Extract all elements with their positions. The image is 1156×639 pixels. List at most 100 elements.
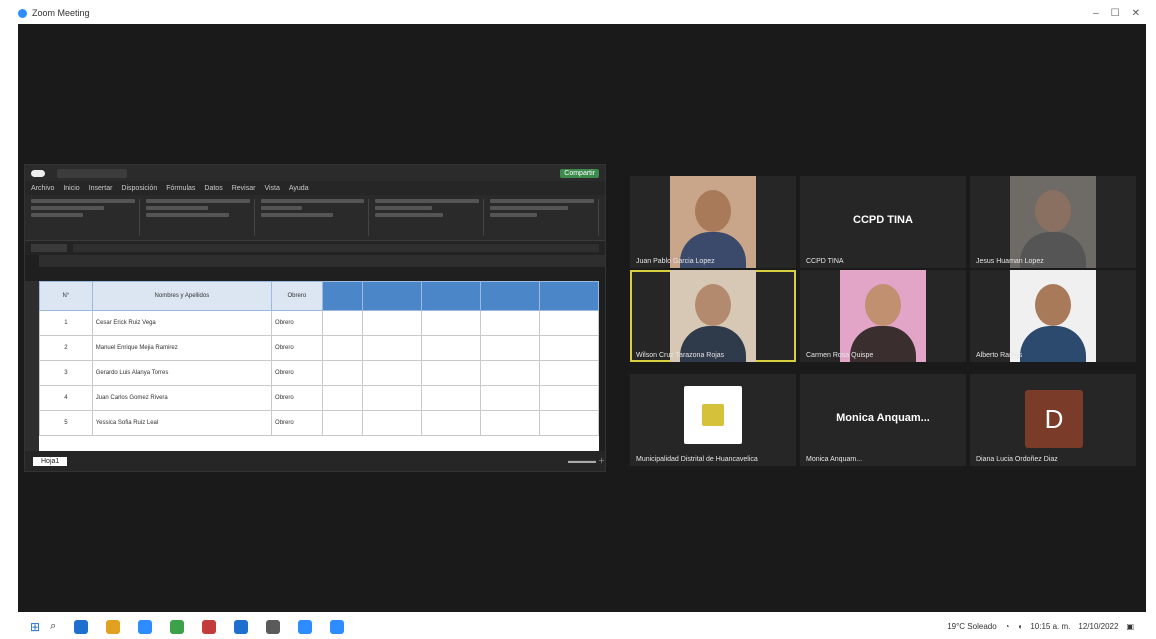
spreadsheet-grid[interactable]: N° Nombres y Apellidos Obrero 1 Cesar Erick… xyxy=(39,281,600,451)
participant-tile[interactable]: Carmen Rosa Quispe xyxy=(800,270,966,362)
table-cell[interactable] xyxy=(479,335,540,361)
column-header[interactable]: Nombres y Apellidos xyxy=(91,281,273,311)
ribbon-group[interactable] xyxy=(260,199,370,236)
notification-icon[interactable]: ▣ xyxy=(1126,622,1134,631)
participant-tile[interactable]: Jesus Huaman Lopez xyxy=(970,176,1136,268)
share-button[interactable]: Compartir xyxy=(560,168,599,178)
table-cell[interactable] xyxy=(538,410,600,436)
table-cell[interactable]: 3 xyxy=(39,360,93,386)
ribbon-group[interactable] xyxy=(145,199,255,236)
autosave-toggle[interactable] xyxy=(31,169,45,177)
menu-item[interactable]: Disposición xyxy=(121,185,157,192)
column-header[interactable] xyxy=(538,281,600,311)
clock-date[interactable]: 12/10/2022 xyxy=(1078,622,1118,631)
participant-tile[interactable]: Alberto Ramos xyxy=(970,270,1136,362)
table-cell[interactable]: Gerardo Luis Alanya Torres xyxy=(91,360,273,386)
ribbon-group[interactable] xyxy=(490,199,599,236)
table-cell[interactable]: Juan Carlos Gomez Rivera xyxy=(91,385,273,411)
taskbar-app-icon[interactable] xyxy=(170,619,185,634)
table-cell[interactable] xyxy=(321,310,363,336)
participant-tile[interactable]: D Diana Lucia Ordoñez Diaz xyxy=(970,374,1136,466)
table-cell[interactable] xyxy=(361,335,422,361)
menu-item[interactable]: Insertar xyxy=(89,185,113,192)
name-box[interactable] xyxy=(31,244,67,252)
menu-item[interactable]: Vista xyxy=(264,185,279,192)
zoom-slider[interactable]: ▬▬▬▬ ＋ xyxy=(568,456,605,466)
taskbar-app-icon[interactable] xyxy=(202,619,217,634)
table-cell[interactable]: 4 xyxy=(39,385,93,411)
formula-input[interactable] xyxy=(73,244,599,252)
table-cell[interactable] xyxy=(538,310,600,336)
table-cell[interactable]: 5 xyxy=(39,410,93,436)
table-cell[interactable] xyxy=(420,360,481,386)
table-cell[interactable]: 2 xyxy=(39,335,93,361)
participant-tile[interactable]: Juan Pablo Garcia Lopez xyxy=(630,176,796,268)
minimize-icon[interactable]: – xyxy=(1093,8,1099,19)
table-cell[interactable] xyxy=(538,335,600,361)
clock-time[interactable]: 10:15 a. m. xyxy=(1030,622,1070,631)
table-cell[interactable]: Manuel Enrique Mejia Ramirez xyxy=(91,335,273,361)
menu-item[interactable]: Archivo xyxy=(31,185,54,192)
table-cell[interactable]: Cesar Erick Ruiz Vega xyxy=(91,310,273,336)
table-cell[interactable] xyxy=(361,360,422,386)
taskbar-app-icon[interactable] xyxy=(298,619,313,634)
taskbar-app-icon[interactable] xyxy=(74,619,89,634)
participant-tile[interactable]: Municipalidad Distrital de Huancavelica xyxy=(630,374,796,466)
column-header[interactable] xyxy=(361,281,422,311)
close-icon[interactable]: ✕ xyxy=(1132,8,1140,19)
taskbar-app-icon[interactable] xyxy=(234,619,249,634)
table-cell[interactable] xyxy=(321,335,363,361)
search-icon[interactable]: ⌕ xyxy=(50,620,56,633)
table-cell[interactable] xyxy=(321,385,363,411)
taskbar-apps xyxy=(74,619,345,634)
table-cell[interactable] xyxy=(420,385,481,411)
table-cell[interactable] xyxy=(479,410,540,436)
participant-tile[interactable]: CCPD TINA CCPD TINA xyxy=(800,176,966,268)
maximize-icon[interactable]: ☐ xyxy=(1111,8,1120,19)
column-header[interactable]: N° xyxy=(39,281,93,311)
column-header[interactable] xyxy=(420,281,481,311)
taskbar-app-icon[interactable] xyxy=(106,619,121,634)
table-cell[interactable] xyxy=(420,310,481,336)
table-cell[interactable] xyxy=(420,335,481,361)
menu-item[interactable]: Fórmulas xyxy=(166,185,195,192)
table-cell[interactable] xyxy=(321,360,363,386)
volume-icon[interactable]: ◖ xyxy=(1018,622,1023,631)
table-cell[interactable]: Obrero xyxy=(271,335,323,361)
participant-tile[interactable]: Monica Anquam... Monica Anquam... xyxy=(800,374,966,466)
excel-search[interactable] xyxy=(57,168,127,178)
menu-item[interactable]: Ayuda xyxy=(289,185,309,192)
weather-text[interactable]: 19°C Soleado xyxy=(947,622,996,631)
table-cell[interactable] xyxy=(361,385,422,411)
menu-item[interactable]: Revisar xyxy=(232,185,256,192)
participant-tile[interactable]: Wilson Cruz Tarazona Rojas xyxy=(630,270,796,362)
ribbon-group[interactable] xyxy=(375,199,485,236)
menu-item[interactable]: Inicio xyxy=(63,185,79,192)
table-cell[interactable]: Obrero xyxy=(271,310,323,336)
ribbon-group[interactable] xyxy=(31,199,140,236)
sheet-tab[interactable]: Hoja1 xyxy=(33,456,68,466)
taskbar-app-icon[interactable] xyxy=(266,619,281,634)
table-cell[interactable]: Obrero xyxy=(271,385,323,411)
table-cell[interactable] xyxy=(538,360,600,386)
table-cell[interactable] xyxy=(420,410,481,436)
taskbar-app-icon[interactable] xyxy=(138,619,153,634)
table-cell[interactable]: Yessica Sofia Ruiz Leal xyxy=(91,410,273,436)
table-cell[interactable] xyxy=(361,410,422,436)
menu-item[interactable]: Datos xyxy=(204,185,222,192)
column-header[interactable] xyxy=(321,281,363,311)
wifi-icon[interactable]: ◔ xyxy=(1005,622,1010,631)
taskbar-app-icon[interactable] xyxy=(330,619,345,634)
table-cell[interactable] xyxy=(361,310,422,336)
table-cell[interactable] xyxy=(479,360,540,386)
table-cell[interactable] xyxy=(538,385,600,411)
table-cell[interactable] xyxy=(479,310,540,336)
table-cell[interactable]: Obrero xyxy=(271,360,323,386)
column-header[interactable]: Obrero xyxy=(271,281,323,311)
table-cell[interactable] xyxy=(479,385,540,411)
start-icon[interactable]: ⊞ xyxy=(30,620,40,634)
table-cell[interactable] xyxy=(321,410,363,436)
column-header[interactable] xyxy=(479,281,540,311)
table-cell[interactable]: 1 xyxy=(39,310,93,336)
table-cell[interactable]: Obrero xyxy=(271,410,323,436)
